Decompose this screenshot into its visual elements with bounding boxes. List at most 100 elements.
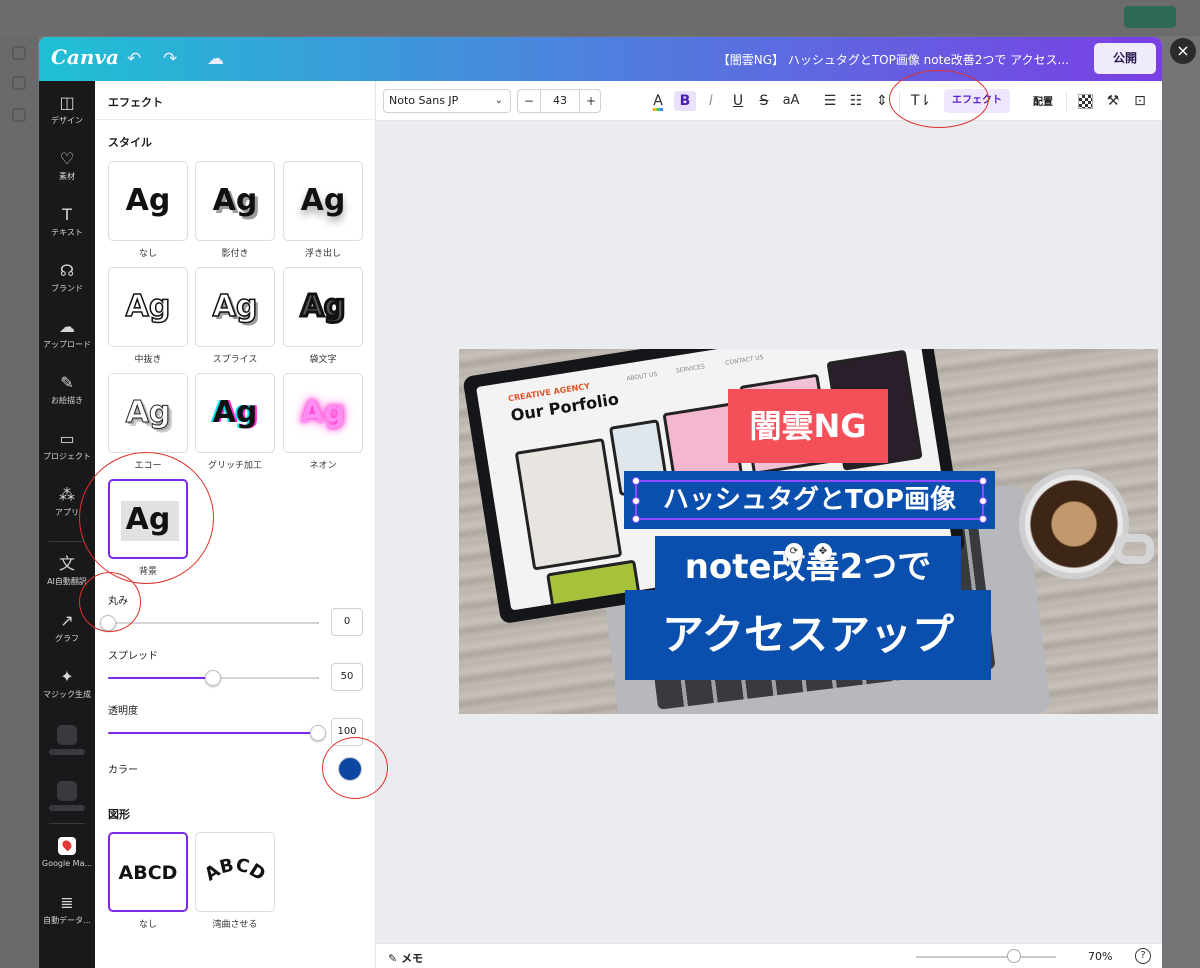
roundness-value[interactable]: 0: [331, 608, 363, 636]
roundness-slider[interactable]: [100, 615, 318, 631]
design-page[interactable]: CREATIVE AGENCY Our Porfolio ABOUT US SE…: [459, 349, 1158, 714]
spread-slider[interactable]: [108, 670, 318, 686]
underline-icon[interactable]: U: [727, 91, 749, 111]
title-line-3[interactable]: note改善2つで: [655, 536, 961, 598]
color-label: カラー: [108, 765, 138, 776]
style-label: 影付き: [221, 249, 249, 259]
style-preview: Ag: [212, 395, 258, 430]
style-neon-card[interactable]: Ag: [283, 373, 363, 453]
rail-item-uploads[interactable]: ☁ アップロード: [39, 317, 95, 350]
rail-item-magic-media[interactable]: ✦ マジック生成: [39, 667, 95, 700]
list-icon[interactable]: ☷: [845, 91, 867, 111]
style-hollow-card[interactable]: Ag: [108, 267, 188, 347]
bold-icon[interactable]: B: [674, 91, 696, 111]
strikethrough-icon[interactable]: S: [753, 91, 775, 111]
font-family-value: Noto Sans JP: [389, 94, 459, 107]
publish-button[interactable]: 公開: [1094, 43, 1156, 74]
style-label: ネオン: [309, 461, 337, 471]
rail-item-label: 素材: [59, 172, 75, 181]
mock-thumbnail: [514, 437, 623, 571]
style-preview: Ag: [212, 183, 258, 218]
shapes-icon: ♡: [59, 149, 75, 168]
style-preview: Ag: [125, 183, 171, 218]
style-preview: Ag: [212, 288, 258, 325]
transparency-icon[interactable]: [1078, 94, 1093, 109]
redo-icon[interactable]: ↷: [163, 49, 177, 69]
resize-handle[interactable]: [979, 477, 987, 485]
placeholder-app-icon[interactable]: [57, 781, 77, 801]
cloud-saved-icon[interactable]: ☁: [207, 49, 224, 69]
rail-item-google-maps[interactable]: Google Ma...: [39, 837, 95, 868]
zoom-slider[interactable]: [916, 956, 1056, 958]
font-family-select[interactable]: Noto Sans JP ⌄: [383, 89, 511, 113]
style-label: スプライス: [212, 355, 258, 365]
notes-button[interactable]: ✎ メモ: [388, 950, 423, 966]
rail-item-auto-data[interactable]: ≣ 自動データ...: [39, 893, 95, 926]
resize-handle[interactable]: [979, 515, 987, 523]
coffee-cup-image: [1019, 469, 1129, 579]
arrange-button[interactable]: 配置: [1033, 93, 1053, 108]
transparency-slider[interactable]: [108, 725, 326, 741]
mock-nav-text: CONTACT US: [724, 353, 765, 367]
canva-logo[interactable]: Canva: [51, 45, 119, 69]
font-size-decrease-button[interactable]: −: [518, 90, 540, 112]
font-size-input[interactable]: 43: [540, 90, 580, 112]
rail-item-elements[interactable]: ♡ 素材: [39, 149, 95, 182]
resize-handle[interactable]: [979, 497, 987, 505]
spread-thumb[interactable]: [205, 670, 221, 686]
rail-item-label: ブランド: [51, 284, 83, 293]
mock-nav-text: ABOUT US: [626, 370, 658, 383]
resize-handle[interactable]: [632, 515, 640, 523]
rotate-icon[interactable]: ⟳: [785, 543, 803, 561]
rail-item-label: アップロード: [43, 340, 91, 349]
font-size-increase-button[interactable]: +: [580, 90, 602, 112]
style-label: 中抜き: [134, 355, 162, 365]
close-button[interactable]: ×: [1170, 38, 1196, 64]
paint-roller-icon[interactable]: ⚒: [1102, 91, 1124, 111]
undo-icon[interactable]: ↶: [127, 49, 141, 69]
placeholder-app-icon[interactable]: [57, 725, 77, 745]
text-toolbar: Noto Sans JP ⌄ − 43 + A B I U S aA ☰ ☷ ⇕…: [376, 81, 1162, 121]
style-splice-card[interactable]: Ag: [195, 267, 275, 347]
mock-nav-text: SERVICES: [675, 363, 706, 375]
title-line-4[interactable]: アクセスアップ: [625, 590, 991, 680]
lock-icon[interactable]: ⊡: [1129, 91, 1151, 111]
transparency-thumb[interactable]: [310, 725, 326, 741]
letter-case-icon[interactable]: aA: [780, 91, 802, 111]
transparency-fill: [108, 732, 318, 734]
rail-item-design[interactable]: ◫ デザイン: [39, 93, 95, 126]
help-button[interactable]: ?: [1135, 948, 1151, 964]
italic-icon[interactable]: I: [700, 91, 722, 111]
rail-item-brand[interactable]: ☊ ブランド: [39, 261, 95, 294]
shape-preview: ABCD: [118, 862, 178, 884]
document-title[interactable]: 【闇雲NG】 ハッシュタグとTOP画像 note改善2つで アクセス...: [639, 51, 1069, 68]
style-outline-card[interactable]: Ag: [283, 267, 363, 347]
zoom-value[interactable]: 70%: [1088, 950, 1112, 963]
shape-label: なし: [138, 920, 157, 930]
shape-curve-card[interactable]: ABCD: [195, 832, 275, 912]
title-line-1[interactable]: 闇雲NG: [728, 389, 888, 463]
zoom-thumb[interactable]: [1007, 949, 1021, 963]
spread-value[interactable]: 50: [331, 663, 363, 691]
text-color-icon[interactable]: A: [647, 91, 669, 111]
shape-none-card[interactable]: ABCD: [108, 832, 188, 912]
style-shadow-card[interactable]: Ag: [195, 161, 275, 241]
resize-handle[interactable]: [632, 477, 640, 485]
transparency-label: 透明度: [108, 706, 138, 717]
style-echo-card[interactable]: Ag: [108, 373, 188, 453]
style-none-card[interactable]: Ag: [108, 161, 188, 241]
layout-icon: ◫: [59, 93, 75, 112]
rail-item-text[interactable]: T テキスト: [39, 205, 95, 238]
text-icon: T: [62, 205, 72, 224]
align-center-icon[interactable]: ☰: [819, 91, 841, 111]
style-lift-card[interactable]: Ag: [283, 161, 363, 241]
rail-item-projects[interactable]: ▭ プロジェクト: [39, 429, 95, 462]
resize-handle[interactable]: [632, 497, 640, 505]
selection-box[interactable]: [632, 477, 987, 523]
rail-item-draw[interactable]: ✎ お絵描き: [39, 373, 95, 406]
style-preview: Ag: [300, 183, 346, 218]
rail-divider: [49, 541, 85, 542]
style-glitch-card[interactable]: Ag: [195, 373, 275, 453]
rail-item-label: テキスト: [51, 228, 83, 237]
move-icon[interactable]: ✥: [814, 543, 832, 561]
